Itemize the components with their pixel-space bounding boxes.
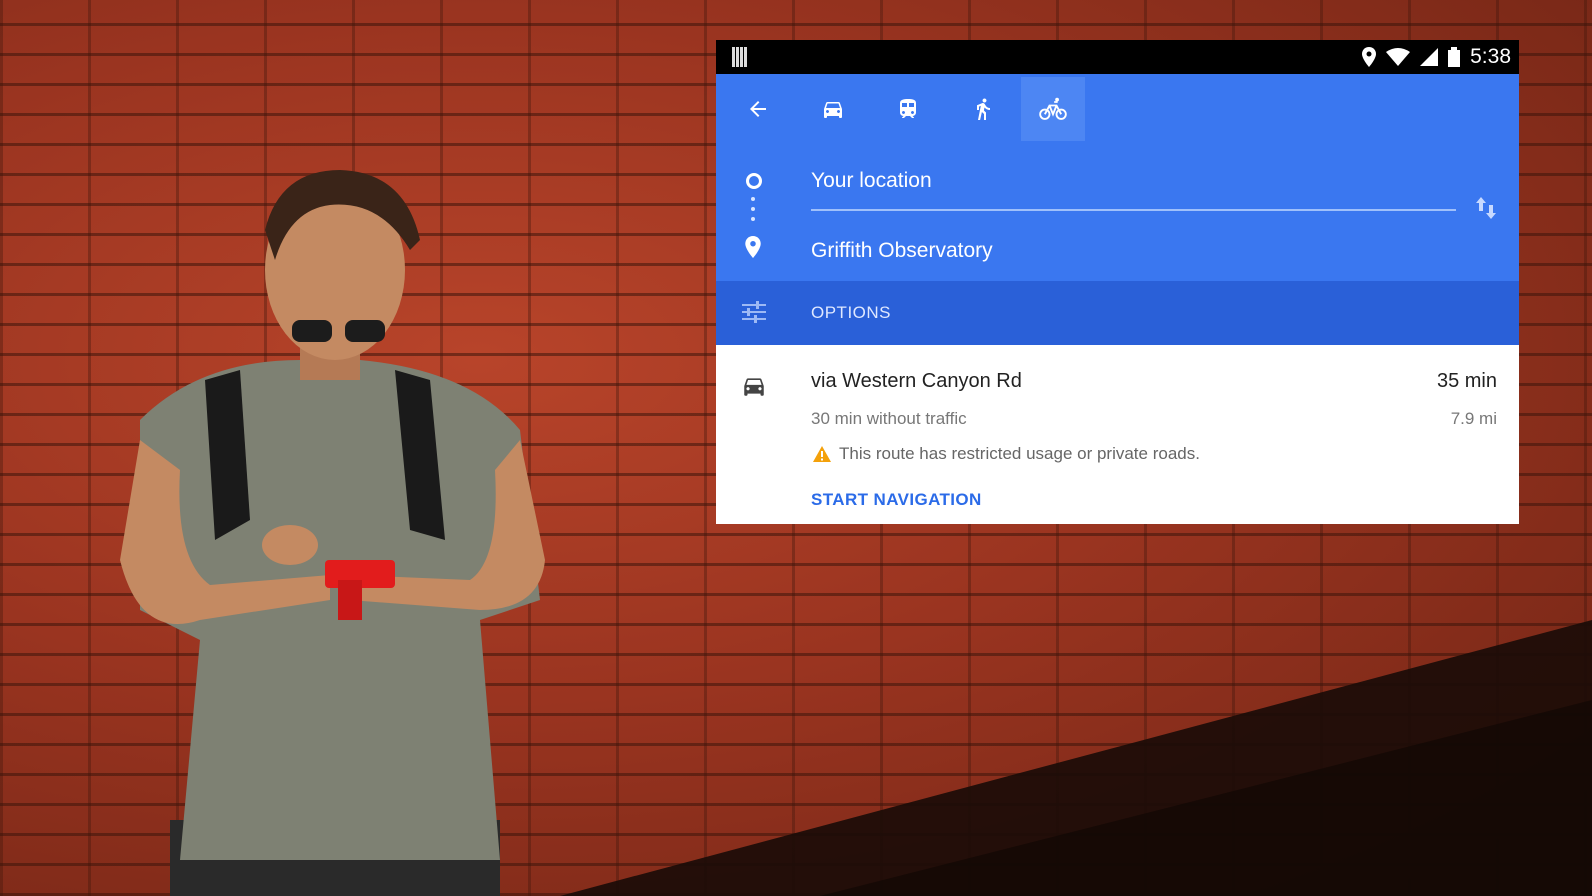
wifi-icon (1386, 48, 1411, 66)
cell-signal-icon (1420, 48, 1439, 66)
location-icon (1362, 47, 1377, 67)
car-icon (744, 378, 764, 396)
input-divider (811, 209, 1456, 211)
travel-mode-bar (716, 74, 1519, 149)
route-dots-icon (751, 197, 755, 227)
mode-walking-tab[interactable] (951, 77, 1015, 141)
mode-cycling-tab[interactable] (1021, 77, 1085, 141)
route-via: via Western Canyon Rd (811, 370, 1022, 392)
route-without-traffic: 30 min without traffic (811, 409, 967, 428)
origin-field[interactable]: Your location (811, 169, 932, 193)
mode-driving-tab[interactable] (801, 77, 865, 141)
bicycle-icon (1039, 97, 1067, 120)
route-distance: 7.9 mi (1450, 409, 1497, 428)
destination-pin-icon (745, 236, 761, 258)
status-time: 5:38 (1470, 45, 1511, 68)
swap-icon (1476, 197, 1496, 219)
tune-icon (742, 301, 766, 323)
car-icon (824, 102, 842, 118)
options-button[interactable]: OPTIONS (716, 281, 1519, 345)
origin-dot-icon (746, 173, 762, 189)
destination-field[interactable]: Griffith Observatory (811, 239, 993, 263)
status-bar: 5:38 (716, 40, 1519, 74)
person-photo (120, 170, 545, 896)
swap-button[interactable] (1475, 195, 1497, 226)
maps-directions-screen: 5:38 Your location Griffith Observatory … (716, 40, 1519, 524)
arrow-left-icon (750, 101, 766, 117)
notification-icon (732, 47, 748, 67)
route-warning: This route has restricted usage or priva… (839, 444, 1200, 463)
start-navigation-button[interactable]: START NAVIGATION (811, 490, 982, 510)
route-result-card[interactable]: via Western Canyon Rd 35 min 30 min with… (716, 345, 1519, 524)
battery-icon (1448, 47, 1461, 67)
options-label: OPTIONS (811, 303, 892, 322)
warning-icon (813, 446, 831, 462)
back-button[interactable] (726, 77, 790, 141)
route-duration: 35 min (1436, 370, 1497, 392)
route-inputs: Your location Griffith Observatory (716, 149, 1519, 281)
walking-icon (977, 98, 990, 120)
mode-transit-tab[interactable] (876, 77, 940, 141)
train-icon (900, 99, 916, 118)
